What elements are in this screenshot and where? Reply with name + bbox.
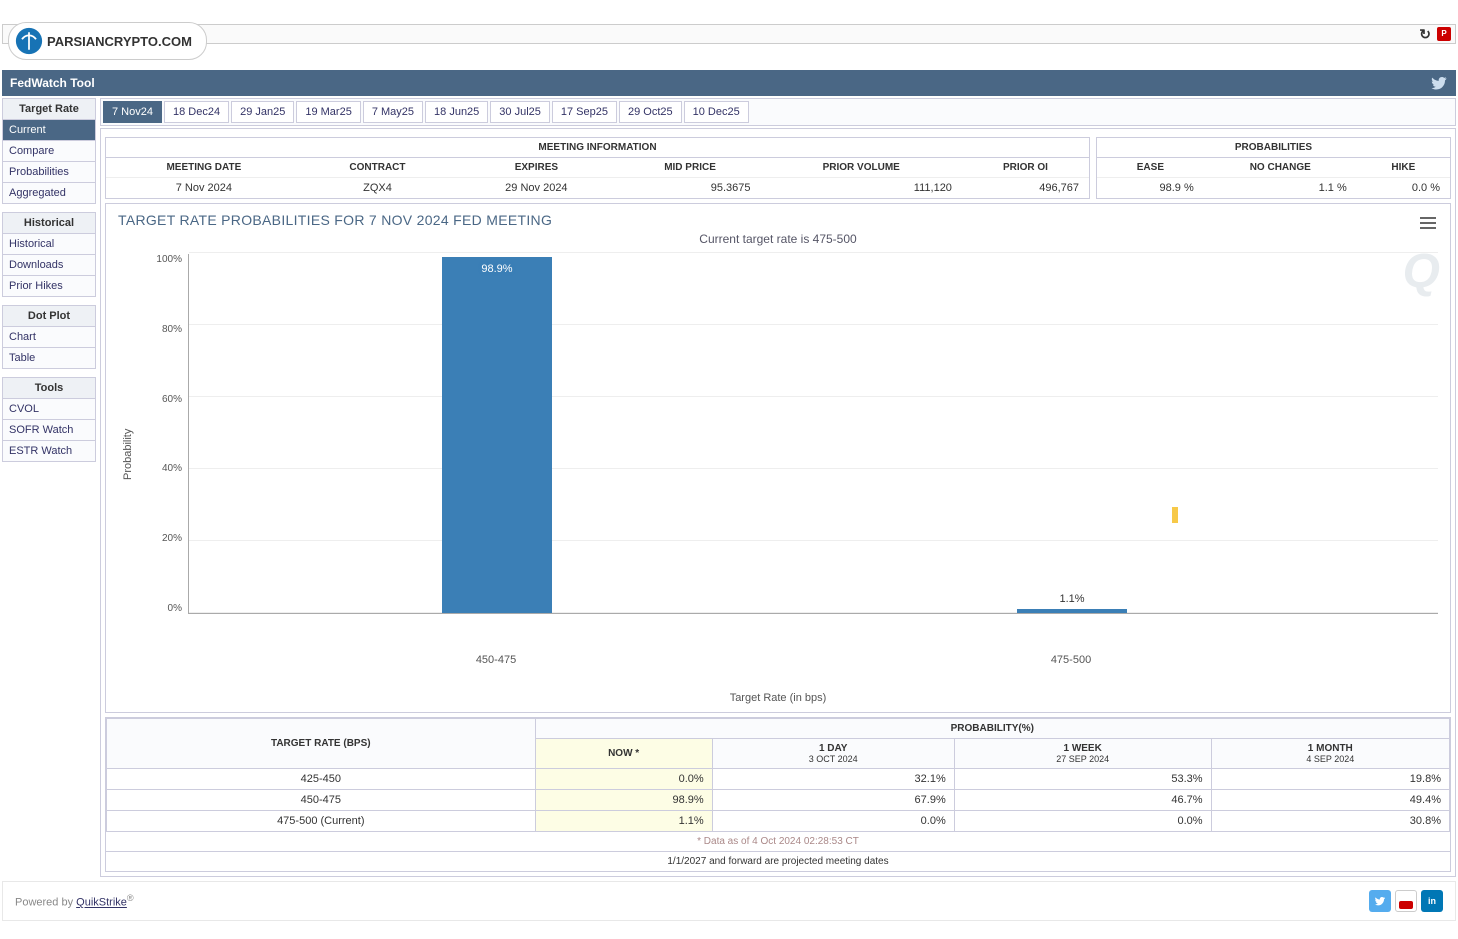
sidebar-item-estr-watch[interactable]: ESTR Watch [2,441,96,462]
quikstrike-link[interactable]: QuikStrike [76,897,127,909]
table-row: 425-4500.0%32.1%53.3%19.8% [107,769,1450,790]
sidebar-head: Historical [2,212,96,234]
x-axis-label: Target Rate (in bps) [118,692,1438,704]
date-tabs: 7 Nov2418 Dec2429 Jan2519 Mar257 May2518… [100,98,1456,126]
chart-subtitle: Current target rate is 475-500 [118,232,1438,246]
tab-18jun25[interactable]: 18 Jun25 [425,101,488,123]
brand-logo: PARSIANCRYPTO.COM [8,22,207,60]
marker-icon [1172,507,1178,523]
twitter-icon[interactable] [1369,890,1391,912]
sidebar-head: Tools [2,377,96,399]
tab-7nov24[interactable]: 7 Nov24 [103,101,162,123]
tab-17sep25[interactable]: 17 Sep25 [552,101,617,123]
app-title: FedWatch Tool [10,76,95,90]
chart-title: TARGET RATE PROBABILITIES FOR 7 NOV 2024… [118,212,1438,228]
sidebar-item-chart[interactable]: Chart [2,327,96,348]
tab-10dec25[interactable]: 10 Dec25 [684,101,749,123]
refresh-icon[interactable]: ↻ [1419,26,1431,43]
table-row: 450-47598.9%67.9%46.7%49.4% [107,790,1450,811]
tab-30jul25[interactable]: 30 Jul25 [490,101,550,123]
sidebar-head: Target Rate [2,98,96,120]
title-bar: FedWatch Tool [2,70,1456,96]
pdf-icon[interactable]: P [1437,27,1451,41]
sidebar-item-table[interactable]: Table [2,348,96,369]
probabilities-box: PROBABILITIES EASENO CHANGEHIKE98.9 %1.1… [1096,137,1451,199]
sidebar-item-downloads[interactable]: Downloads [2,255,96,276]
linkedin-icon[interactable]: in [1421,890,1443,912]
probability-table: TARGET RATE (BPS) PROBABILITY(%) NOW *1 … [105,717,1451,872]
brand-bar: PARSIANCRYPTO.COM ↻ P [2,24,1456,68]
sidebar-item-compare[interactable]: Compare [2,141,96,162]
sidebar-item-aggregated[interactable]: Aggregated [2,183,96,204]
footer: Powered by QuikStrike® You in [2,881,1456,921]
footnote-projected: 1/1/2027 and forward are projected meeti… [106,851,1450,871]
y-axis-label: Probability [118,254,138,654]
col-header-prob: PROBABILITY(%) [535,719,1449,739]
sidebar-item-sofr-watch[interactable]: SOFR Watch [2,420,96,441]
tab-29oct25[interactable]: 29 Oct25 [619,101,682,123]
table-row: 475-500 (Current)1.1%0.0%0.0%30.8% [107,811,1450,832]
youtube-icon[interactable]: You [1395,890,1417,912]
probabilities-title: PROBABILITIES [1097,138,1450,158]
bar-475-500 [1017,609,1127,613]
sidebar-head: Dot Plot [2,305,96,327]
tab-29jan25[interactable]: 29 Jan25 [231,101,294,123]
meeting-info-title: MEETING INFORMATION [106,138,1089,158]
col-header-rate: TARGET RATE (BPS) [107,719,536,769]
meeting-info-box: MEETING INFORMATION MEETING DATECONTRACT… [105,137,1090,199]
tab-19mar25[interactable]: 19 Mar25 [296,101,360,123]
sidebar-item-prior-hikes[interactable]: Prior Hikes [2,276,96,297]
y-axis-ticks: 100%80%60%40%20%0% [138,254,188,614]
tab-7may25[interactable]: 7 May25 [363,101,423,123]
twitter-icon[interactable] [1430,74,1448,92]
chart-panel: TARGET RATE PROBABILITIES FOR 7 NOV 2024… [105,203,1451,713]
tab-18dec24[interactable]: 18 Dec24 [164,101,229,123]
footnote-data-asof: * Data as of 4 Oct 2024 02:28:53 CT [106,832,1450,851]
bar-450-475 [442,257,552,613]
sidebar-item-current[interactable]: Current [2,120,96,141]
sidebar-item-historical[interactable]: Historical [2,234,96,255]
sidebar-item-cvol[interactable]: CVOL [2,399,96,420]
sidebar-item-probabilities[interactable]: Probabilities [2,162,96,183]
sidebar: Target RateCurrentCompareProbabilitiesAg… [2,98,96,877]
chart-plot: 98.9%1.1% [188,254,1438,614]
chart-menu-icon[interactable] [1420,214,1436,232]
